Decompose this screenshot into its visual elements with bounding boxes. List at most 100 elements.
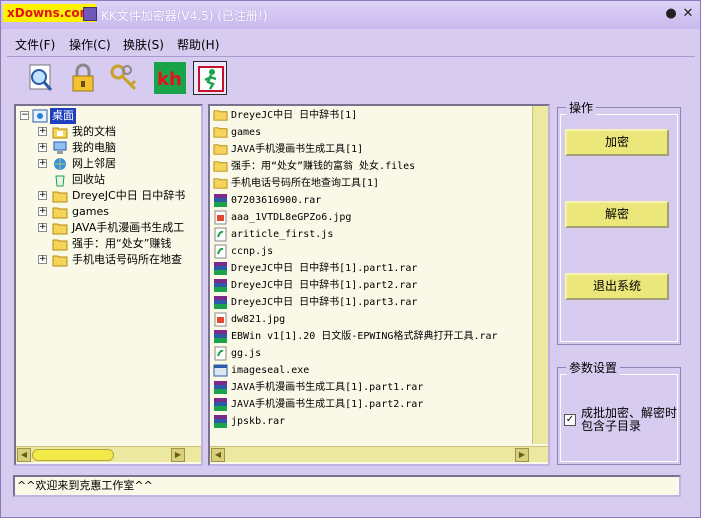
tree-item-label: 我的文档 — [72, 125, 116, 138]
rar-file-icon — [213, 193, 228, 208]
folder-icon — [52, 189, 68, 203]
file-name: DreyeJC中日 日中辞书[1].part2.rar — [231, 280, 418, 291]
rar-file-icon — [213, 295, 228, 310]
decrypt-button[interactable]: 解密 — [565, 201, 669, 228]
params-title: 参数设置 — [566, 359, 621, 376]
exe-file-icon — [213, 363, 228, 378]
app-window: xDowns.com KK文件加密器(V4.5) (已注册!) ● ✕ 文件(F… — [0, 0, 701, 518]
menu-help[interactable]: 帮助(H) — [177, 36, 219, 53]
file-name: imageseal.exe — [231, 365, 310, 376]
expand-icon[interactable]: + — [38, 207, 47, 216]
file-name: JAVA手机漫画书生成工具[1].part1.rar — [231, 382, 424, 393]
file-vertical-scrollbar[interactable] — [532, 106, 548, 444]
tree-item-label: games — [72, 205, 109, 218]
expand-icon[interactable]: + — [38, 191, 47, 200]
scroll-left-icon[interactable]: ◀ — [17, 448, 31, 462]
scroll-left-icon[interactable]: ◀ — [211, 448, 225, 462]
computer-icon — [52, 141, 68, 155]
file-name: 手机电话号码所在地查询工具[1] — [231, 178, 380, 189]
rar-file-icon — [213, 380, 228, 395]
include-subdirs-checkbox[interactable]: ✓ — [564, 414, 576, 426]
folder-file-icon — [213, 125, 228, 140]
padlock-icon[interactable] — [66, 61, 100, 95]
folder-icon — [52, 205, 68, 219]
operations-title: 操作 — [566, 99, 597, 116]
folder-tree-panel[interactable]: − 桌面 + 我的文档 + 我的电脑 + 网上邻居回收站 + DreyeJC中日 日中辞书 + g… — [14, 104, 203, 466]
jpg-file-icon — [213, 312, 228, 327]
exit-button[interactable]: 退出系统 — [565, 273, 669, 300]
expand-icon[interactable]: + — [38, 255, 47, 264]
scroll-right-icon[interactable]: ▶ — [171, 448, 185, 462]
status-bar: ^^欢迎来到克惠工作室^^ — [13, 475, 681, 497]
file-name: EBWin v1[1].20 日文版-EPWING格式辞典打开工具.rar — [231, 331, 498, 342]
rar-file-icon — [213, 278, 228, 293]
include-subdirs-label[interactable]: 成批加密、解密时包含子目录 — [581, 407, 681, 433]
exit-runner-icon[interactable] — [193, 61, 227, 95]
tree-item-label: 强手：用“处女”赚钱 — [72, 237, 172, 250]
expand-icon[interactable]: + — [38, 159, 47, 168]
app-icon — [83, 7, 97, 21]
file-name: DreyeJC中日 日中辞书[1] — [231, 110, 358, 121]
magnifier-icon[interactable] — [24, 61, 58, 95]
close-button[interactable]: ✕ — [679, 5, 697, 23]
rar-file-icon — [213, 261, 228, 276]
tree-item-label: 手机电话号码所在地查 — [72, 253, 182, 266]
encrypt-button[interactable]: 加密 — [565, 129, 669, 156]
desktop-icon — [32, 109, 48, 123]
kh-logo-icon[interactable]: kh — [153, 61, 187, 95]
file-name: DreyeJC中日 日中辞书[1].part3.rar — [231, 297, 418, 308]
file-name: dw821.jpg — [231, 314, 286, 325]
title-bar[interactable]: xDowns.com KK文件加密器(V4.5) (已注册!) ● ✕ — [1, 1, 700, 29]
tree-item-label: 我的电脑 — [72, 141, 116, 154]
tree-item-label: DreyeJC中日 日中辞书 — [72, 189, 186, 202]
folder-file-icon — [213, 176, 228, 191]
file-name: 07203616900.rar — [231, 195, 322, 206]
tree-item-label: 回收站 — [72, 173, 105, 186]
folder-file-icon — [213, 142, 228, 157]
tree-horizontal-scrollbar[interactable]: ◀ ▶ — [16, 446, 201, 462]
tree-item-label: JAVA手机漫画书生成工 — [72, 221, 185, 234]
file-name: ariticle_first.js — [231, 229, 334, 240]
file-name: DreyeJC中日 日中辞书[1].part1.rar — [231, 263, 418, 274]
folder-file-icon — [213, 159, 228, 174]
expand-icon[interactable]: + — [38, 223, 47, 232]
kh-logo-text: kh — [157, 69, 182, 90]
file-name: gg.js — [231, 348, 262, 359]
keys-icon[interactable] — [107, 61, 141, 95]
rar-file-icon — [213, 414, 228, 429]
collapse-icon[interactable]: − — [20, 111, 29, 120]
folder-icon — [52, 221, 68, 235]
minimize-button[interactable]: ● — [662, 5, 680, 23]
scroll-right-icon[interactable]: ▶ — [515, 448, 529, 462]
file-name: aaa_1VTDL8eGPZo6.jpg — [231, 212, 352, 223]
menu-operation[interactable]: 操作(C) — [69, 36, 111, 53]
folder-icon — [52, 237, 68, 251]
folder-file-icon — [213, 108, 228, 123]
js-file-icon — [213, 346, 228, 361]
file-name: ccnp.js — [231, 246, 274, 257]
file-horizontal-scrollbar[interactable]: ◀ ▶ — [210, 446, 548, 462]
js-file-icon — [213, 227, 228, 242]
rar-file-icon — [213, 329, 228, 344]
network-icon — [52, 157, 68, 171]
js-file-icon — [213, 244, 228, 259]
file-name: 强手：用“处女”赚钱的富翁 处女.files — [231, 161, 416, 172]
folder-documents-icon — [52, 125, 68, 139]
menu-file[interactable]: 文件(F) — [15, 36, 55, 53]
file-name: games — [231, 127, 262, 138]
file-name: jpskb.rar — [231, 416, 286, 427]
menu-skin[interactable]: 换肤(S) — [123, 36, 164, 53]
toolbar: kh — [7, 56, 695, 98]
recycle-bin-icon — [52, 173, 68, 187]
file-name: JAVA手机漫画书生成工具[1] — [231, 144, 364, 155]
rar-file-icon — [213, 397, 228, 412]
expand-icon[interactable]: + — [38, 143, 47, 152]
file-list-panel[interactable]: DreyeJC中日 日中辞书[1] games JAVA手机漫画书生成工具[1] 强手… — [208, 104, 550, 466]
folder-icon — [52, 253, 68, 267]
tree-scroll-thumb[interactable] — [32, 449, 114, 461]
menu-bar: 文件(F) 操作(C) 换肤(S) 帮助(H) — [7, 33, 695, 55]
tree-root-label: 桌面 — [50, 108, 76, 124]
file-name: JAVA手机漫画书生成工具[1].part2.rar — [231, 399, 424, 410]
expand-icon[interactable]: + — [38, 127, 47, 136]
tree-item-label: 网上邻居 — [72, 157, 116, 170]
